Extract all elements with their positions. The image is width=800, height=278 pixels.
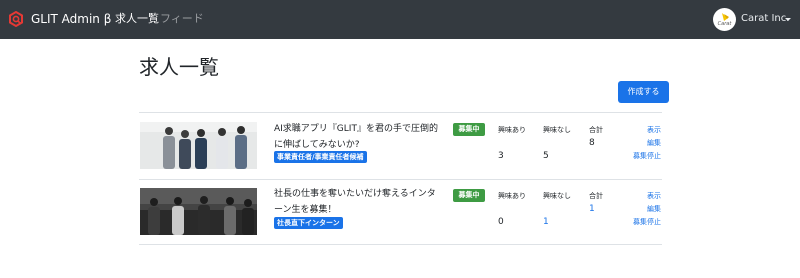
stop-recruiting-link[interactable]: 募集停止 — [621, 216, 661, 228]
chevron-down-icon[interactable] — [785, 18, 791, 21]
job-category-tag: 社長直下インターン — [274, 217, 343, 229]
carat-logo-icon — [722, 13, 729, 21]
not-interested-count[interactable]: 1 — [543, 217, 549, 228]
create-job-button[interactable]: 作成する — [618, 81, 669, 103]
company-menu-label[interactable]: Carat Inc. — [741, 13, 789, 25]
nav-link-feed[interactable]: フィード — [160, 12, 204, 25]
total-label: 合計 — [589, 126, 603, 134]
divider — [139, 179, 662, 180]
status-badge: 募集中 — [453, 189, 485, 202]
job-category-tag: 事業責任者/事業責任者候補 — [274, 151, 367, 163]
total-label: 合計 — [589, 192, 603, 200]
total-count: 8 — [589, 138, 595, 148]
job-title[interactable]: AI求職アプリ『GLIT』を君の手で圧倒的に伸ばしてみないか? — [274, 121, 444, 153]
page-title: 求人一覧 — [139, 55, 219, 79]
job-thumbnail-image[interactable] — [140, 122, 257, 169]
divider — [139, 244, 662, 245]
interested-label: 興味あり — [498, 192, 526, 200]
stop-recruiting-link[interactable]: 募集停止 — [621, 150, 661, 162]
view-link[interactable]: 表示 — [621, 124, 661, 136]
top-navbar: GLIT Admin β 求人一覧 フィード Carat Carat Inc. — [0, 0, 800, 39]
status-badge: 募集中 — [453, 123, 485, 136]
not-interested-count: 5 — [543, 151, 549, 161]
job-title[interactable]: 社長の仕事を奪いたいだけ奪えるインターン生を募集！ — [274, 186, 444, 218]
interested-count: 0 — [498, 217, 504, 227]
total-count[interactable]: 1 — [589, 204, 595, 215]
not-interested-label: 興味なし — [543, 126, 571, 134]
interested-count: 3 — [498, 151, 504, 161]
interested-label: 興味あり — [498, 126, 526, 134]
edit-link[interactable]: 編集 — [621, 137, 661, 149]
job-thumbnail-image[interactable] — [140, 188, 257, 235]
divider — [139, 112, 662, 113]
company-avatar[interactable]: Carat — [713, 8, 736, 31]
view-link[interactable]: 表示 — [621, 190, 661, 202]
avatar-label: Carat — [717, 21, 732, 27]
edit-link[interactable]: 編集 — [621, 203, 661, 215]
nav-link-job-list[interactable]: 求人一覧 — [115, 12, 159, 25]
brand-name[interactable]: GLIT Admin β — [31, 12, 111, 26]
not-interested-label: 興味なし — [543, 192, 571, 200]
glit-logo-icon[interactable] — [8, 11, 24, 27]
